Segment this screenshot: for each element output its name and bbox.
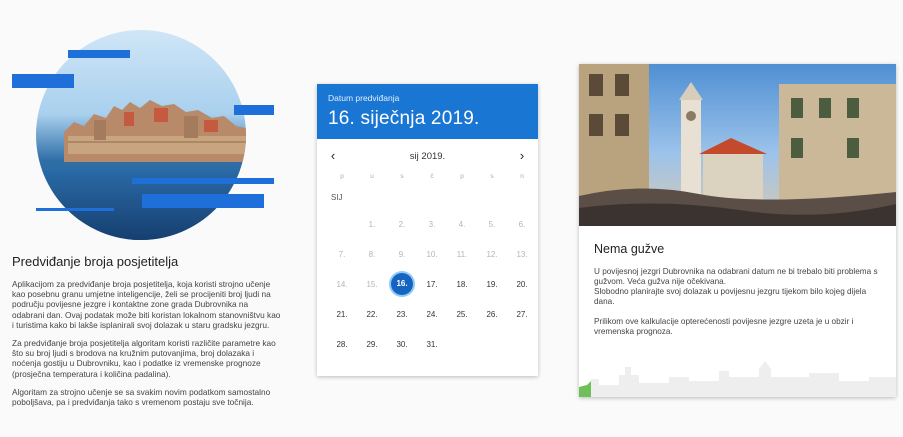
street-photo-image: [579, 64, 896, 226]
old-town-walls-image: [64, 100, 246, 162]
calendar-day: 5.: [488, 220, 496, 229]
intro-paragraph: Aplikacijom za predviđanje broja posjeti…: [12, 279, 281, 330]
calendar-day[interactable]: 29.: [357, 340, 387, 349]
decor-bar: [36, 208, 114, 211]
calendar-day[interactable]: 27.: [507, 310, 537, 319]
crowd-forecast-card: Nema gužve U povijesnoj jezgri Dubrovnik…: [579, 64, 896, 397]
chevron-right-icon[interactable]: ›: [515, 148, 529, 163]
week-row: 7. 8. 9. 10. 11. 12. 13.: [317, 243, 538, 273]
weekday-label: u: [370, 173, 374, 180]
hero-illustration: [12, 30, 274, 240]
result-paragraph: U povijesnoj jezgri Dubrovnika na odabra…: [594, 267, 878, 286]
date-picker-header: Datum predviđanja 16. siječnja 2019.: [317, 84, 538, 139]
calendar-day: 10.: [426, 250, 438, 259]
calendar-day: 7.: [338, 250, 346, 259]
intro-paragraph: Za predviđanje broja posjetitelja algori…: [12, 338, 276, 379]
week-row: 28. 29. 30. 31.: [317, 333, 538, 363]
decor-bar: [234, 105, 274, 115]
calendar-day: 3.: [428, 220, 436, 229]
weekday-label: n: [520, 173, 524, 180]
weekday-label: p: [340, 173, 344, 180]
calendar-day[interactable]: 20.: [507, 280, 537, 289]
calendar-day[interactable]: 28.: [327, 340, 357, 349]
calendar-day[interactable]: 30.: [387, 340, 417, 349]
calendar-day: 14.: [336, 280, 348, 289]
calendar-day[interactable]: 24.: [417, 310, 447, 319]
weekday-label: s: [490, 173, 494, 180]
calendar-day: 15.: [366, 280, 378, 289]
calendar-day[interactable]: 19.: [477, 280, 507, 289]
decor-bar: [12, 74, 74, 88]
calendar-day: 2.: [398, 220, 406, 229]
decor-bar: [142, 194, 264, 208]
calendar-day: 6.: [518, 220, 526, 229]
weekday-header: pusčpsn: [317, 173, 538, 187]
result-title: Nema gužve: [594, 242, 665, 256]
calendar-day[interactable]: 23.: [387, 310, 417, 319]
week-row: 1. 2. 3. 4. 5. 6.: [317, 213, 538, 243]
weekday-label: p: [460, 173, 464, 180]
calendar-day: 11.: [456, 250, 468, 259]
calendar-day: 4.: [458, 220, 466, 229]
calendar-day[interactable]: 17.: [417, 280, 447, 289]
month-navigation: ‹ sij 2019. ›: [317, 139, 538, 173]
calendar-day[interactable]: 22.: [357, 310, 387, 319]
calendar-day[interactable]: 25.: [447, 310, 477, 319]
result-paragraph: Slobodno planirajte svoj dolazak u povij…: [594, 287, 867, 306]
page: Predviđanje broja posjetitelja Aplikacij…: [0, 0, 903, 437]
week-row: 14. 15. 16. 17. 18. 19. 20.: [317, 273, 538, 303]
intro-section: Predviđanje broja posjetitelja Aplikacij…: [12, 254, 282, 415]
calendar-day: 12.: [486, 250, 498, 259]
date-picker-label: Datum predviđanja: [328, 93, 400, 103]
calendar-day: 1.: [368, 220, 376, 229]
selected-date: 16. siječnja 2019.: [328, 108, 480, 129]
month-label[interactable]: sij 2019.: [317, 151, 538, 162]
intro-paragraph: Algoritam za strojno učenje se sa svakim…: [12, 386, 271, 408]
result-paragraph: Prilikom ove kalkulacije opterećenosti p…: [594, 317, 854, 336]
skyline-decoration: [579, 361, 896, 397]
stradun-photo: [579, 64, 896, 226]
month-tag: SIJ: [331, 193, 343, 202]
calendar-day: 9.: [398, 250, 406, 259]
calendar-day: 13.: [516, 250, 528, 259]
crowd-level-indicator: [579, 381, 591, 397]
decor-bar: [132, 178, 274, 184]
calendar-day[interactable]: 18.: [447, 280, 477, 289]
result-text: U povijesnoj jezgri Dubrovnika na odabra…: [594, 267, 886, 347]
date-picker-card: Datum predviđanja 16. siječnja 2019. ‹ s…: [317, 84, 538, 376]
weekday-label: č: [430, 173, 434, 180]
weekday-label: s: [400, 173, 404, 180]
week-row: 21. 22. 23. 24. 25. 26. 27.: [317, 303, 538, 333]
calendar-day[interactable]: 31.: [417, 340, 447, 349]
calendar-day[interactable]: 26.: [477, 310, 507, 319]
intro-title: Predviđanje broja posjetitelja: [12, 254, 179, 269]
decor-bar: [68, 50, 130, 58]
selected-day[interactable]: 16.: [391, 273, 413, 295]
calendar-day[interactable]: 21.: [327, 310, 357, 319]
day-grid: 1. 2. 3. 4. 5. 6. 7. 8. 9. 10. 11. 12. 13. 14. 15. 16. 1…: [317, 213, 538, 363]
calendar-day: 8.: [368, 250, 376, 259]
